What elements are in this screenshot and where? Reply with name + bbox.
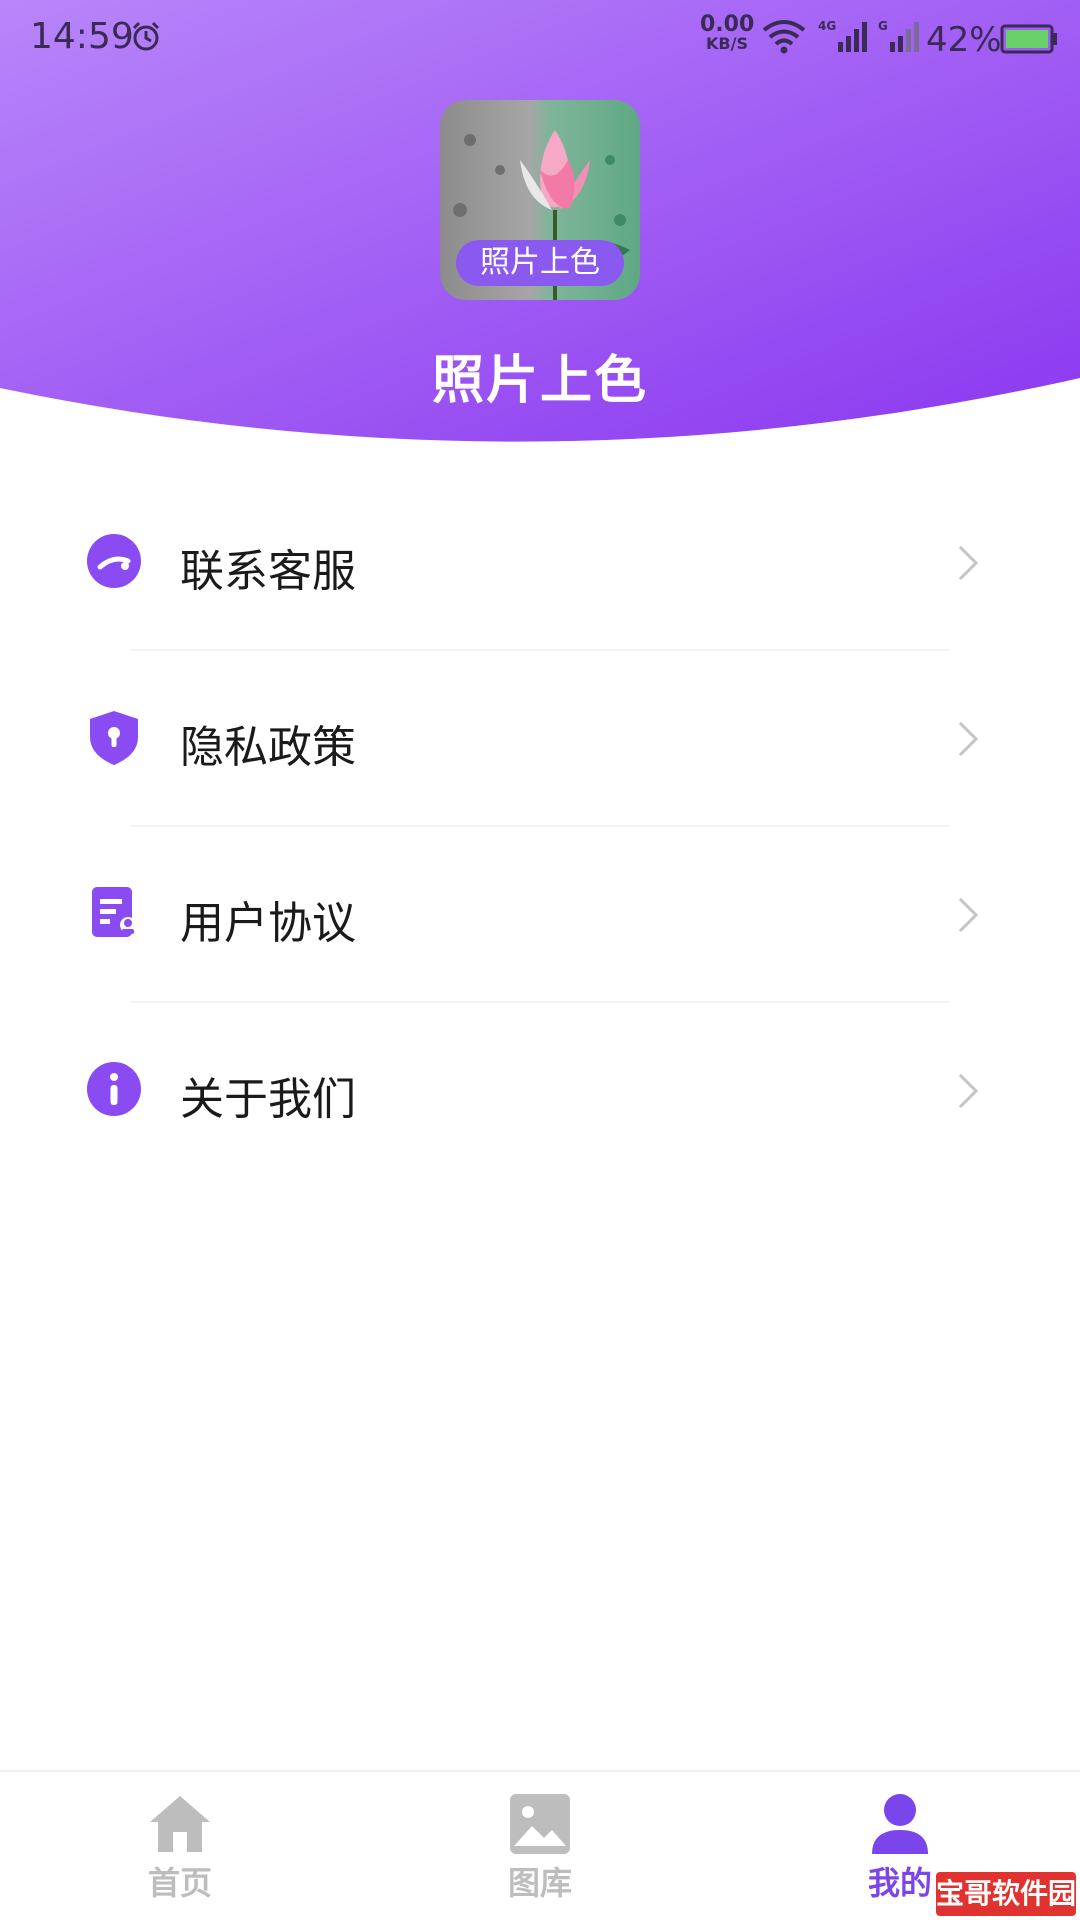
- profile-header: 14:59 0.00 KB/S 4G G 42% 照片上色 照片上色: [0, 0, 1080, 450]
- signal-g-icon: G: [878, 18, 922, 58]
- chevron-right-icon: [956, 895, 980, 939]
- menu-item-label: 隐私政策: [180, 722, 356, 773]
- network-speed-unit: KB/S: [706, 34, 748, 53]
- wifi-icon: [762, 20, 806, 58]
- alarm-icon: [130, 20, 162, 56]
- logo-badge: 照片上色: [456, 240, 624, 286]
- status-time: 14:59: [30, 16, 134, 57]
- app-name: 照片上色: [431, 351, 648, 411]
- chevron-right-icon: [956, 719, 980, 763]
- menu-item-label: 用户协议: [180, 898, 356, 949]
- gallery-icon: [508, 1792, 572, 1860]
- tab-label: 图库: [507, 1864, 572, 1902]
- customer-service-icon: [86, 533, 142, 589]
- shield-icon: [86, 709, 142, 765]
- menu-item-privacy-policy[interactable]: 隐私政策: [0, 651, 1080, 827]
- battery-percent: 42%: [926, 20, 1002, 60]
- menu-item-label: 联系客服: [180, 546, 356, 597]
- profile-screen: 14:59 0.00 KB/S 4G G 42% 照片上色 照片上色 联系客服 …: [0, 0, 1080, 1920]
- tab-home[interactable]: 首页: [80, 1772, 280, 1920]
- signal-4g-icon: 4G: [818, 18, 868, 58]
- tab-label: 首页: [147, 1864, 212, 1902]
- document-icon: [86, 885, 142, 941]
- network-speed: 0.00 KB/S: [700, 14, 754, 52]
- menu-item-customer-service[interactable]: 联系客服: [0, 475, 1080, 651]
- menu-item-about-us[interactable]: 关于我们: [0, 1003, 1080, 1179]
- status-bar: 14:59 0.00 KB/S 4G G 42%: [0, 0, 1080, 80]
- svg-text:G: G: [878, 19, 888, 33]
- user-icon: [868, 1792, 932, 1860]
- settings-menu: 联系客服 隐私政策 用户协议 关于我们: [0, 475, 1080, 1179]
- info-icon: [86, 1061, 142, 1117]
- menu-item-user-agreement[interactable]: 用户协议: [0, 827, 1080, 1003]
- chevron-right-icon: [956, 1071, 980, 1115]
- menu-item-label: 关于我们: [180, 1074, 356, 1125]
- svg-text:4G: 4G: [818, 19, 836, 33]
- home-icon: [148, 1792, 212, 1860]
- bottom-tab-bar: 首页 图库 我的: [0, 1770, 1080, 1920]
- chevron-right-icon: [956, 543, 980, 587]
- app-logo: 照片上色: [440, 100, 640, 300]
- tab-gallery[interactable]: 图库: [440, 1772, 640, 1920]
- battery-icon: [1000, 24, 1058, 58]
- network-speed-value: 0.00: [700, 12, 755, 37]
- watermark: 宝哥软件园: [936, 1872, 1076, 1916]
